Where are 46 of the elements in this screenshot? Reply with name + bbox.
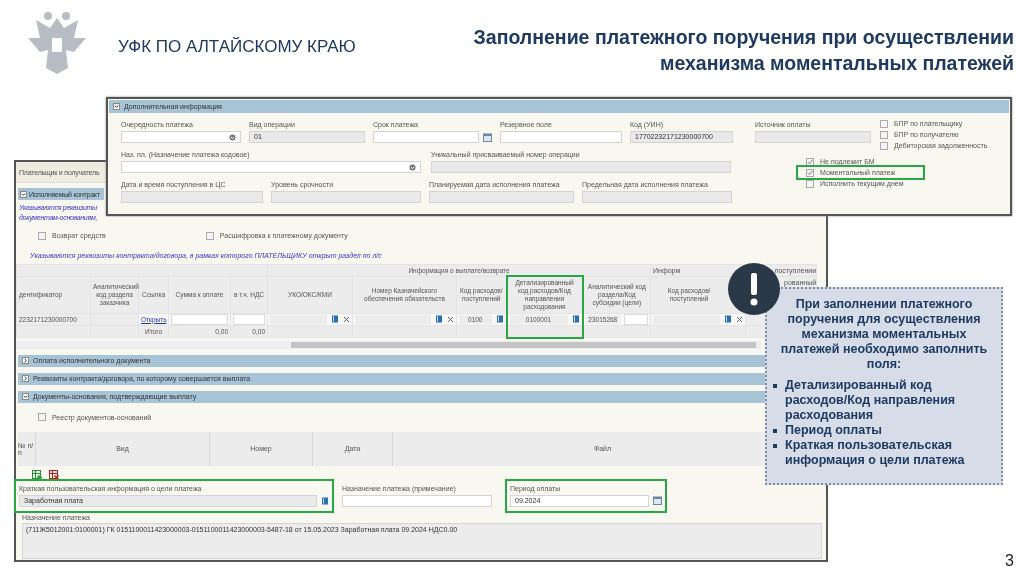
add-row-icon[interactable]: [32, 469, 42, 480]
clear-icon[interactable]: [736, 315, 744, 323]
collapse-icon[interactable]: [20, 190, 27, 198]
checkbox[interactable]: [38, 231, 46, 240]
checkbox[interactable]: [880, 141, 888, 150]
checkbox[interactable]: [806, 179, 814, 188]
book-icon[interactable]: [724, 315, 733, 323]
book-icon[interactable]: [495, 315, 504, 323]
expand-icon[interactable]: [22, 375, 29, 382]
checkbox[interactable]: [880, 119, 888, 128]
input-field[interactable]: [624, 313, 649, 325]
dropdown-field[interactable]: [121, 161, 421, 173]
checkbox[interactable]: [806, 157, 814, 166]
checkbox[interactable]: [205, 231, 214, 240]
organization-name: УФК ПО АЛТАЙСКОМУ КРАЮ: [118, 37, 356, 57]
date-field[interactable]: [373, 131, 479, 143]
bullet-icon: [773, 429, 777, 433]
book-icon[interactable]: [435, 315, 443, 323]
collapse-icon[interactable]: [113, 103, 120, 110]
input-field[interactable]: [342, 494, 492, 507]
bullet-icon: [773, 384, 777, 388]
callout-list-item: Краткая пользовательская информация о цели платежа: [785, 438, 966, 468]
scrollbar-thumb[interactable]: [291, 341, 756, 348]
callout-list-item: Период оплаты: [785, 423, 882, 438]
page-number: 3: [1005, 552, 1014, 570]
book-icon[interactable]: [571, 315, 580, 323]
collapse-icon[interactable]: [22, 393, 29, 400]
callout-list-item: Детализированный код расходов/Код направления расходования: [785, 378, 957, 423]
checkbox[interactable]: [38, 413, 46, 421]
bullet-icon: [773, 444, 777, 448]
book-icon[interactable]: [331, 315, 339, 323]
clear-icon[interactable]: [343, 315, 350, 323]
calendar-icon[interactable]: [483, 132, 492, 142]
book-icon[interactable]: [321, 496, 329, 505]
dropdown-icon[interactable]: [229, 133, 236, 141]
expand-icon[interactable]: [22, 357, 29, 364]
checkbox[interactable]: [880, 130, 888, 139]
dropdown-icon[interactable]: [409, 163, 416, 171]
clear-icon[interactable]: [447, 315, 454, 323]
delete-row-icon[interactable]: [49, 469, 59, 480]
horizontal-scrollbar[interactable]: [16, 340, 761, 349]
dropdown-field[interactable]: [121, 131, 241, 143]
calendar-icon[interactable]: [653, 496, 662, 505]
input-field[interactable]: [500, 131, 622, 143]
slide-title: Заполнение платежного поручения при осуществлении механизма моментальных платежей: [473, 25, 1014, 76]
checkbox[interactable]: [806, 168, 814, 177]
